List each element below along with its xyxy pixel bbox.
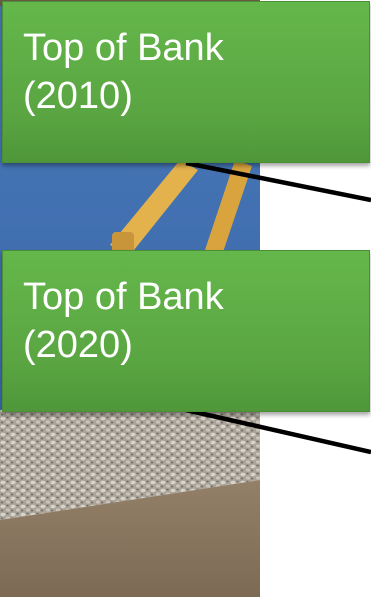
label-top-of-bank-2020: Top of Bank (2020)	[2, 250, 370, 412]
label-2020-line1: Top of Bank	[23, 276, 224, 318]
label-2010-line2: (2010)	[23, 75, 133, 117]
label-2010-line1: Top of Bank	[23, 27, 224, 69]
label-top-of-bank-2010: Top of Bank (2010)	[2, 1, 370, 163]
label-2020-line2: (2020)	[23, 324, 133, 366]
